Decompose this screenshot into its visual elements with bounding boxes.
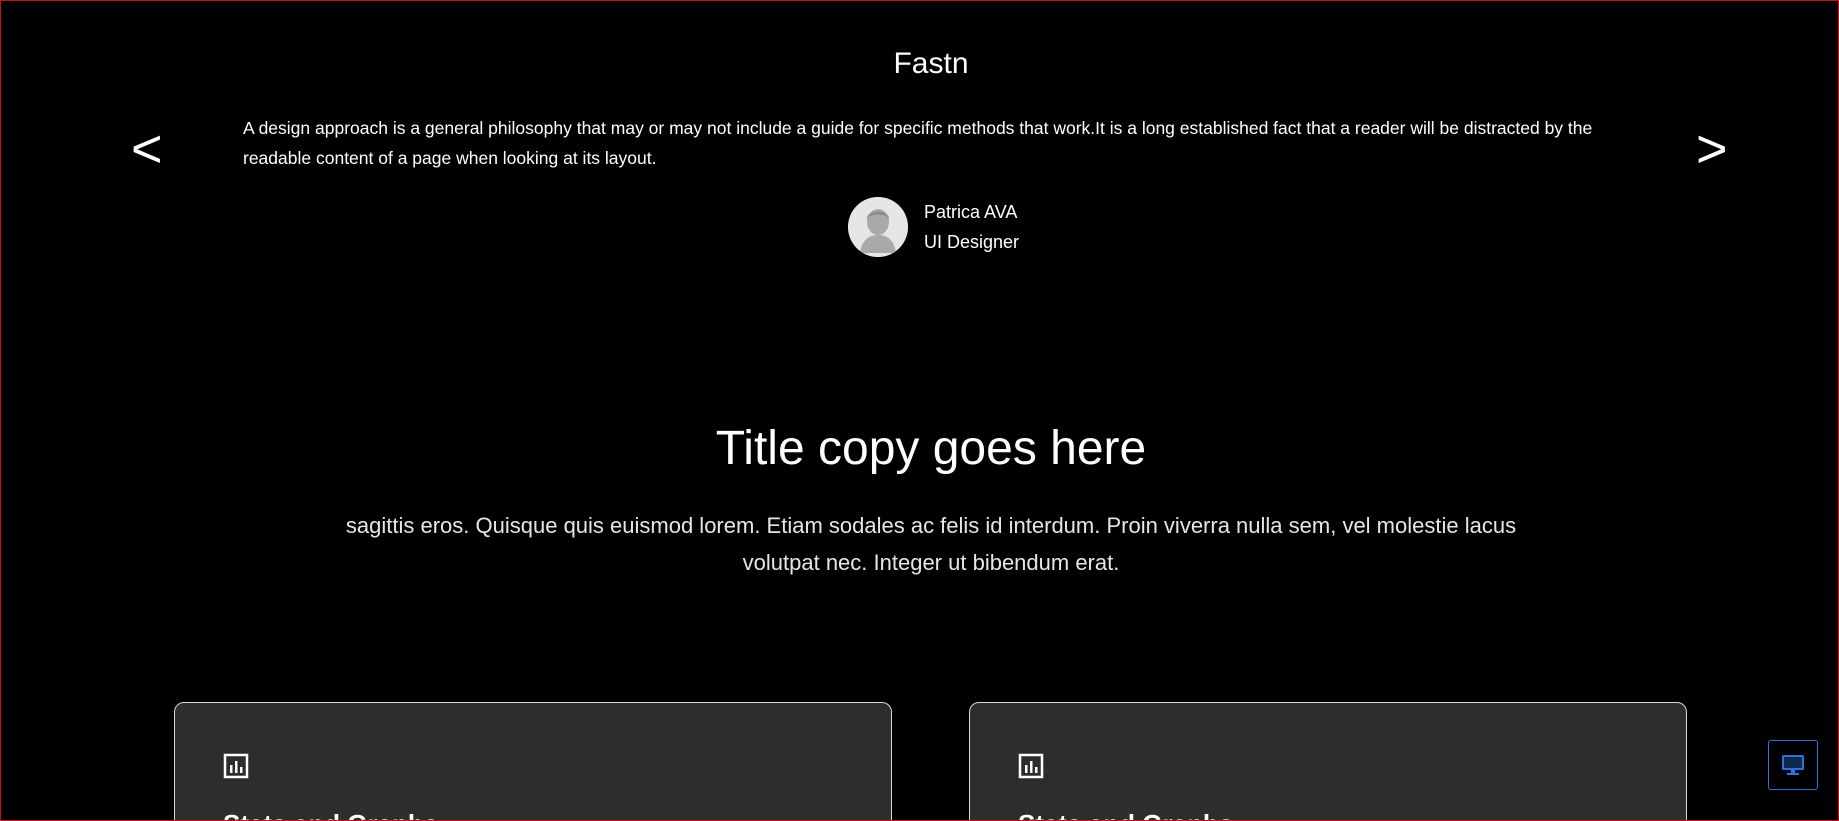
bar-chart-icon — [1018, 753, 1044, 779]
section-description: sagittis eros. Quisque quis euismod lore… — [345, 513, 1517, 575]
section-title: Title copy goes here — [715, 422, 1147, 475]
carousel-next-button[interactable]: > — [1696, 119, 1728, 179]
bar-chart-icon — [223, 753, 249, 779]
feature-card: Stats and Graphs — [969, 702, 1687, 820]
feature-card: Stats and Graphs — [174, 702, 892, 820]
device-preview-toggle-button[interactable] — [1768, 740, 1818, 790]
testimonial-author: Patrica AVA UI Designer — [848, 197, 1019, 257]
user-silhouette-icon — [848, 197, 908, 257]
author-name: Patrica AVA — [924, 202, 1018, 222]
card-title: Stats and Graphs — [1018, 809, 1233, 820]
page-frame: Fastn < > A design approach is a general… — [0, 0, 1839, 821]
desktop-monitor-icon — [1782, 755, 1804, 775]
testimonial-quote: A design approach is a general philosoph… — [243, 118, 1593, 168]
carousel-prev-button[interactable]: < — [131, 119, 163, 179]
testimonial-brand: Fastn — [893, 47, 969, 80]
card-title: Stats and Graphs — [223, 809, 438, 820]
avatar — [848, 197, 908, 257]
testimonial-carousel: Fastn < > A design approach is a general… — [1, 1, 1838, 281]
author-role: UI Designer — [924, 232, 1020, 252]
author-meta: Patrica AVA UI Designer — [924, 197, 1019, 257]
